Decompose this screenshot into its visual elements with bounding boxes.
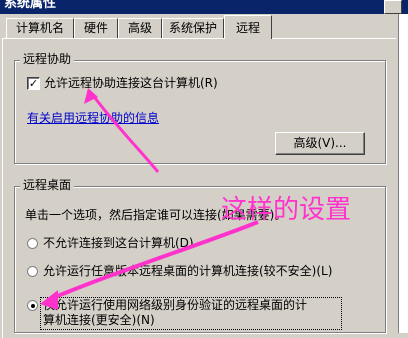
tab-remote[interactable]: 远程 xyxy=(224,15,272,39)
tab-system-protection[interactable]: 系统保护 xyxy=(162,18,224,38)
remote-desktop-title: 远程桌面 xyxy=(20,178,75,192)
tab-computer-name[interactable]: 计算机名 xyxy=(6,18,74,38)
background-window-edge xyxy=(398,14,408,333)
allow-remote-assistance-label: 允许远程协助连接这台计算机(R) xyxy=(44,76,218,90)
advanced-button[interactable]: 高级(V)... xyxy=(275,132,365,155)
title-bar: 系统属性 xyxy=(0,0,408,14)
radio-nla-label-line2: 算机连接(更安全)(N) xyxy=(43,313,155,327)
radio-deny-connections[interactable] xyxy=(27,238,38,249)
allow-remote-assistance-checkbox[interactable]: ✓ xyxy=(27,77,40,90)
radio-allow-nla-only[interactable] xyxy=(27,300,38,311)
window-title: 系统属性 xyxy=(4,0,57,11)
radio-allow-any-label: 允许运行任意版本远程桌面的计算机连接(较不安全)(L) xyxy=(43,264,333,278)
radio-deny-label: 不允许连接到这台计算机(D) xyxy=(43,236,194,250)
radio-allow-any-version[interactable] xyxy=(27,266,38,277)
radio-nla-label-line1: 仅允许运行使用网络级别身份验证的远程桌面的计 xyxy=(43,298,308,312)
close-button[interactable] xyxy=(384,0,402,14)
tab-hardware[interactable]: 硬件 xyxy=(74,18,118,38)
remote-assistance-title: 远程协助 xyxy=(20,52,75,66)
remote-assistance-help-link[interactable]: 有关启用远程协助的信息 xyxy=(27,111,159,125)
tab-advanced[interactable]: 高级 xyxy=(118,18,162,38)
annotation-text: 这样的设置 xyxy=(221,195,352,225)
